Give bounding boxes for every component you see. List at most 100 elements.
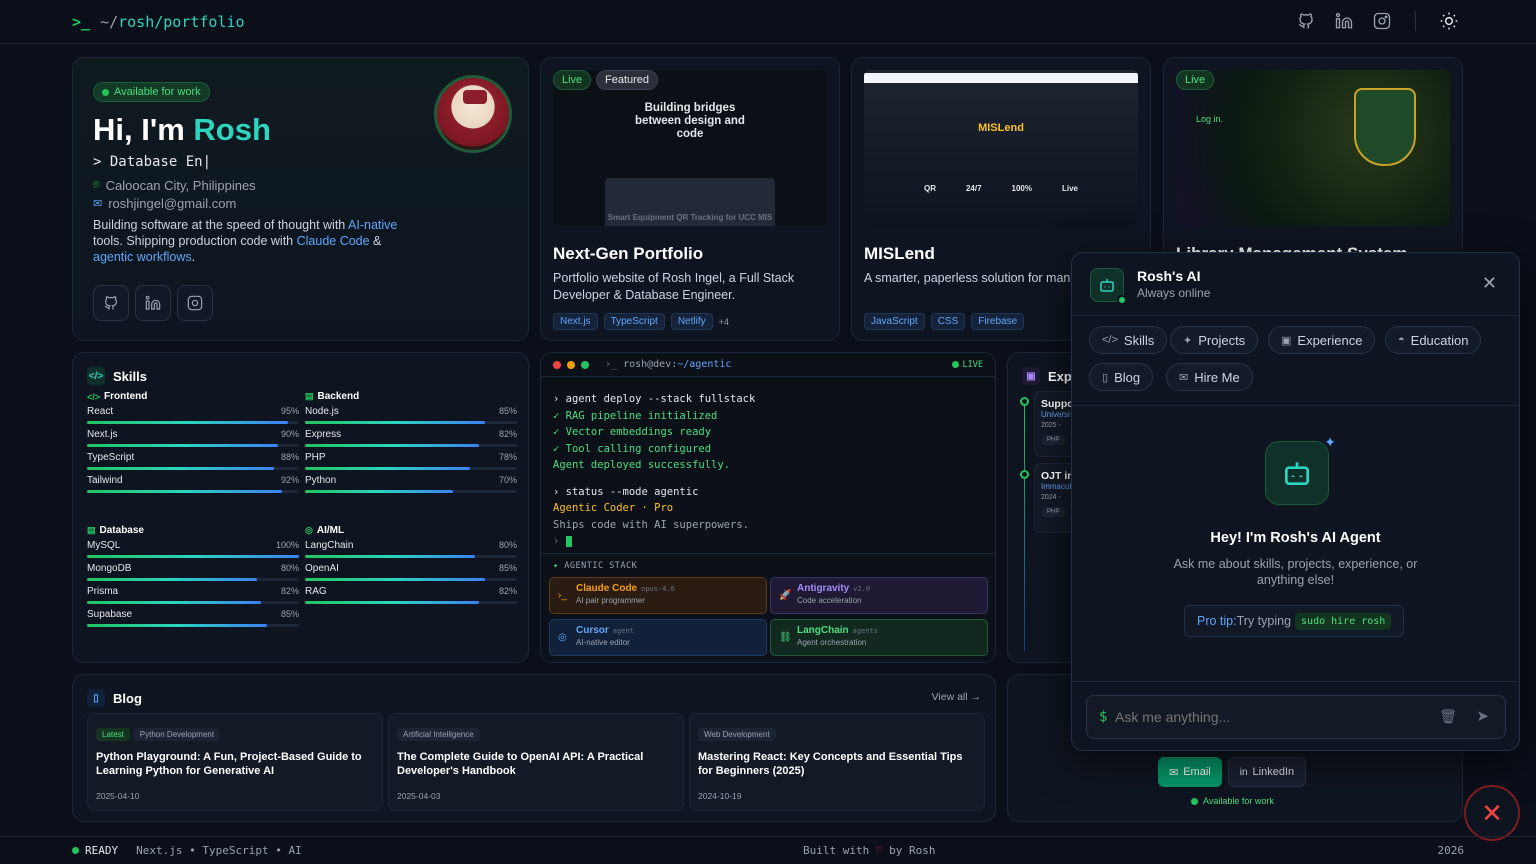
trash-icon[interactable]: 🗑 (1439, 708, 1457, 725)
skill-bar-fill (87, 601, 261, 604)
terminal-card: ›_ rosh@dev:~/agentic LIVE › agent deplo… (540, 352, 996, 663)
mail-icon: ✉ (93, 198, 103, 210)
github-button[interactable] (93, 285, 129, 321)
email-button[interactable]: ✉ Email (1158, 757, 1222, 787)
linkedin-icon[interactable] (1333, 10, 1355, 32)
github-icon (104, 296, 118, 310)
skill-row: PHP 78% (305, 452, 517, 463)
terminal-line: › agent deploy --stack fullstack (553, 393, 756, 405)
sun-icon[interactable] (1438, 10, 1460, 32)
blog-post-card[interactable]: Latest Python Development Python Playgroun… (87, 713, 383, 811)
skill-row: LangChain 80% (305, 540, 517, 551)
skill-bar-fill (305, 578, 486, 581)
skill-group-title: ▤ Database (87, 525, 144, 536)
chip-icon: ✉ (1179, 371, 1189, 384)
terminal-prompt-icon: >_ (72, 12, 91, 31)
path-text: rosh/portfolio (118, 12, 245, 31)
terminal-icon: ›_ (558, 590, 567, 601)
chat-title: Rosh's AI (1137, 268, 1201, 284)
chat-suggestion-chip[interactable]: </> Skills (1089, 326, 1168, 354)
skills-heading: </> Skills (87, 367, 147, 385)
agentic-workflows-link[interactable]: agentic workflows (93, 250, 192, 264)
ai-native-link[interactable]: AI-native (348, 218, 397, 232)
terminal-line: ✓ Vector embeddings ready (553, 426, 712, 438)
chat-suggestion-chip[interactable]: ✉ Hire Me (1166, 363, 1253, 391)
skill-group-title: ▤ Backend (305, 391, 360, 402)
live-indicator: LIVE (951, 360, 983, 370)
tech-tag: Firebase (971, 313, 1025, 330)
tech-tag: CSS (930, 313, 966, 330)
instagram-button[interactable] (177, 285, 213, 321)
skill-bar-fill (305, 601, 479, 604)
skill-bar-fill (305, 555, 475, 558)
skill-bar (87, 578, 299, 581)
instagram-icon[interactable] (1371, 10, 1393, 32)
project-card-portfolio[interactable]: Building bridges between design and code… (540, 57, 840, 341)
bot-avatar (1090, 268, 1127, 305)
chat-suggestion-chip[interactable]: ◓ Education (1385, 326, 1482, 354)
skill-bar-fill (87, 624, 268, 627)
skill-bar (87, 467, 299, 470)
send-icon[interactable]: ➤ (1476, 707, 1489, 725)
github-icon[interactable] (1295, 10, 1317, 32)
skill-bar (87, 601, 299, 604)
stack-item[interactable]: ›_ Claude Code opus-4.6 AI pair programme… (549, 577, 767, 614)
skill-row: OpenAI 85% (305, 563, 517, 574)
top-bar: >_ ~/rosh/portfolio (0, 0, 1536, 44)
skill-bar-fill (87, 421, 289, 424)
stack-item[interactable]: ◎ Cursor agent AI-native editor (549, 619, 767, 656)
blog-post-card[interactable]: Web Development Mastering React: Key Conc… (689, 713, 985, 811)
instagram-icon (187, 295, 203, 311)
skill-bar-fill (305, 421, 486, 424)
cursor-block (565, 535, 572, 547)
blog-post-date: 2024-10-19 (698, 791, 742, 801)
linkedin-button[interactable] (135, 285, 171, 321)
view-all-link[interactable]: View all → (932, 691, 981, 703)
chip-icon: </> (1102, 334, 1118, 346)
skill-group: ▤ Database MySQL 100% MongoDB 80% Prisma 82% … (87, 525, 299, 632)
heart-icon: ♡ (875, 844, 883, 857)
close-icon[interactable]: ✕ (1482, 273, 1497, 294)
close-chat-button[interactable]: ✕ (1464, 785, 1520, 841)
skill-row: Prisma 82% (87, 586, 299, 597)
linkedin-button[interactable]: in LinkedIn (1227, 757, 1307, 787)
claude-code-link[interactable]: Claude Code (297, 234, 370, 248)
chat-suggestion-chip[interactable]: ✦ Projects (1170, 326, 1259, 354)
skill-group-title: </> Frontend (87, 391, 148, 402)
linkedin-icon (145, 295, 161, 310)
bot-icon (1100, 279, 1114, 292)
blog-tag: Artificial Intelligence (397, 728, 480, 741)
chat-input[interactable] (1115, 706, 1435, 728)
chat-suggestion-chip[interactable]: ▯ Blog (1089, 363, 1154, 391)
avatar (434, 75, 512, 153)
brand-link[interactable]: >_ ~/rosh/portfolio (72, 13, 245, 31)
sparkle-icon: ✦ (1324, 434, 1336, 450)
stack-item[interactable]: ⛓ LangChain agents Agent orchestration (770, 619, 988, 656)
email-link[interactable]: ✉ roshjingel@gmail.com (93, 196, 236, 211)
project-title: MISLend (864, 244, 935, 263)
skill-bar (305, 444, 517, 447)
more-tags-count: +4 (718, 316, 729, 327)
skill-row: Express 82% (305, 429, 517, 440)
blog-post-card[interactable]: Artificial Intelligence The Complete Guid… (388, 713, 684, 811)
skill-bar-fill (305, 467, 471, 470)
chat-input-box[interactable]: $ 🗑 ➤ (1086, 695, 1506, 739)
blog-post-date: 2025-04-03 (397, 791, 441, 801)
link-icon: ⛓ (779, 632, 792, 643)
stack-item[interactable]: 🚀 Antigravity v2.0 Code acceleration (770, 577, 988, 614)
skill-bar-fill (305, 490, 454, 493)
skill-bar-fill (87, 555, 299, 558)
chip-icon: ▣ (1281, 334, 1292, 347)
chat-suggestion-chip[interactable]: ▣ Experience (1268, 326, 1376, 354)
blog-card: ▯ Blog View all → Latest Python Developmen… (72, 674, 996, 822)
cursor-icon: ◎ (558, 632, 567, 643)
footer-stack: Next.js • TypeScript • AI (136, 844, 302, 857)
online-dot (1117, 295, 1127, 305)
live-badge: Live (1176, 70, 1215, 90)
live-badge: Live (553, 70, 592, 90)
skill-bar-fill (87, 490, 283, 493)
status-dot (72, 847, 79, 854)
project-description: Portfolio website of Rosh Ingel, a Full … (553, 271, 795, 302)
skill-bar-fill (87, 444, 278, 447)
